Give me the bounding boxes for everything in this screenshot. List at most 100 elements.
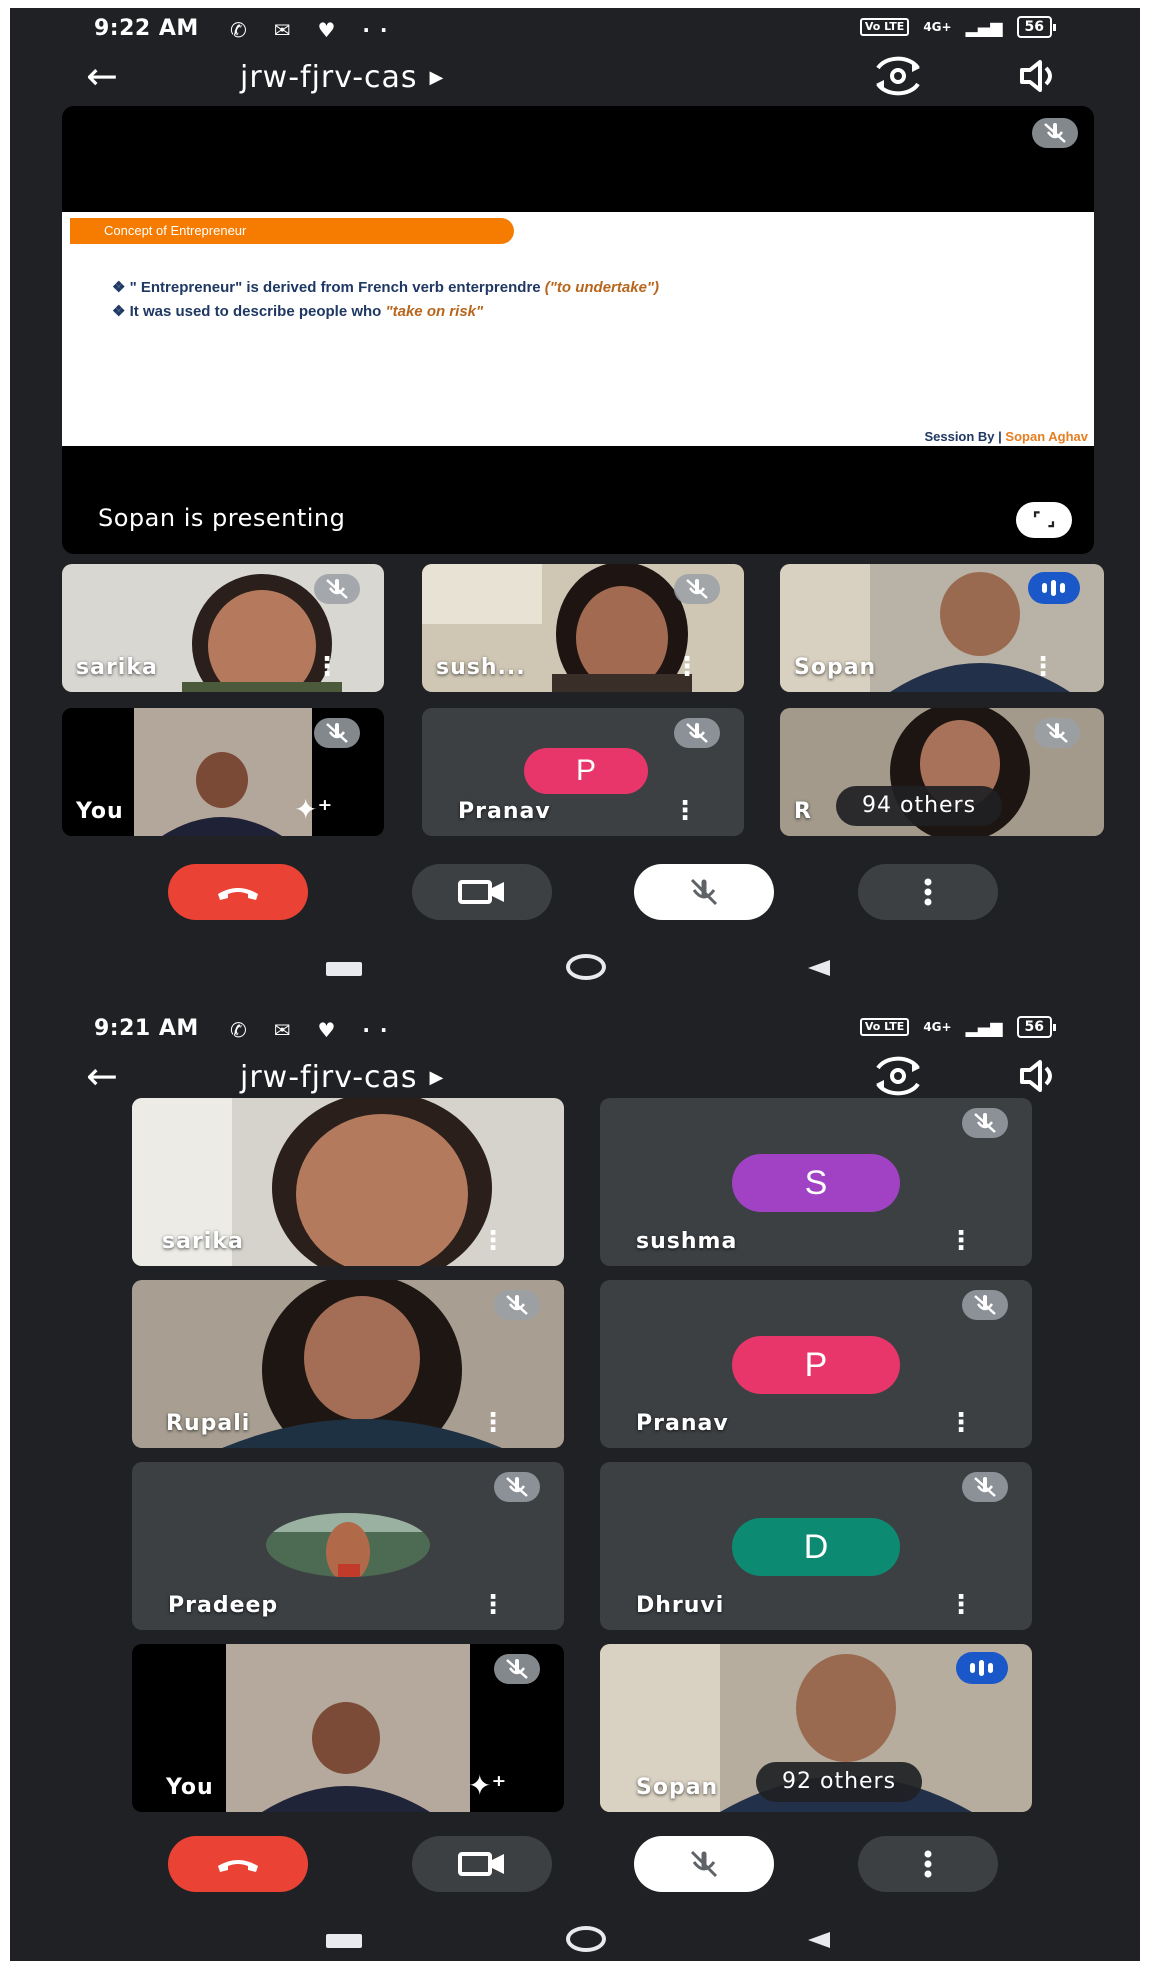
mic-off-icon	[962, 1108, 1008, 1138]
participant-tile-sarika[interactable]: sarika ⋮	[62, 564, 384, 692]
kebab-icon[interactable]: ⋮	[674, 652, 700, 682]
participant-tile-pranav[interactable]: P Pranav ⋮	[600, 1280, 1032, 1448]
back-button[interactable]	[808, 1932, 830, 1948]
participant-tile-sushma[interactable]: S sushma ⋮	[600, 1098, 1032, 1266]
sparkle-effects-icon[interactable]: ✦⁺	[294, 793, 332, 826]
participant-tile-you[interactable]: You ✦⁺	[62, 708, 384, 836]
notification-icons: ✆ ✉ ♥ ··	[230, 18, 398, 42]
participant-name: You	[166, 1775, 214, 1800]
participant-name: R	[794, 799, 812, 824]
participant-name: sush...	[436, 655, 526, 680]
participant-name: Pranav	[458, 799, 551, 824]
battery-level: 56	[1016, 1016, 1057, 1038]
mic-off-icon	[494, 1290, 540, 1320]
switch-camera-icon[interactable]	[870, 54, 926, 98]
status-right: Vo LTE 4G+ ▂▄▆ 56	[859, 16, 1057, 38]
volte-icon: Vo LTE	[859, 18, 910, 36]
more-options-button[interactable]	[858, 864, 998, 920]
presentation-view[interactable]: Concept of Entrepreneur ❖ " Entrepreneur…	[62, 106, 1094, 554]
kebab-icon[interactable]: ⋮	[1030, 652, 1056, 682]
notification-icons: ✆ ✉ ♥ ··	[230, 1018, 398, 1042]
participant-tile-dhruvi[interactable]: D Dhruvi ⋮	[600, 1462, 1032, 1630]
recents-button[interactable]	[326, 962, 362, 976]
camera-button[interactable]	[412, 864, 552, 920]
mic-off-icon	[494, 1472, 540, 1502]
participant-name: sushma	[636, 1229, 738, 1254]
volume-icon[interactable]	[1010, 1054, 1066, 1098]
volte-icon: Vo LTE	[859, 1018, 910, 1036]
status-right: Vo LTE 4G+ ▂▄▆ 56	[859, 1016, 1057, 1038]
status-time: 9:22 AM	[94, 16, 199, 41]
network-label: 4G+	[923, 1020, 952, 1034]
others-count[interactable]: 92 others	[756, 1762, 923, 1802]
hangup-button[interactable]	[168, 1836, 308, 1892]
mic-off-icon	[1032, 118, 1078, 148]
participant-name: You	[76, 799, 124, 824]
recents-button[interactable]	[326, 1934, 362, 1948]
home-button[interactable]	[566, 954, 606, 980]
caret-right-icon: ▶	[429, 67, 445, 88]
mic-toggle-button[interactable]	[634, 864, 774, 920]
participant-tile-rupali[interactable]: Rupali ⋮	[132, 1280, 564, 1448]
participant-name: Sopan	[636, 1775, 719, 1800]
participant-tile-sarika[interactable]: sarika ⋮	[132, 1098, 564, 1266]
mic-off-icon	[314, 574, 360, 604]
participant-name: Sopan	[794, 655, 877, 680]
participant-name: Dhruvi	[636, 1593, 725, 1618]
participant-tile-pranav[interactable]: P Pranav ⋮	[422, 708, 744, 836]
kebab-icon[interactable]: ⋮	[948, 1226, 974, 1256]
participant-tile-r[interactable]: R 94 others	[780, 708, 1104, 836]
footer-label: Session By |	[924, 429, 1002, 444]
participant-tile-pradeep[interactable]: Pradeep ⋮	[132, 1462, 564, 1630]
participant-name: Pranav	[636, 1411, 729, 1436]
participant-tile-sopan[interactable]: Sopan 92 others	[600, 1644, 1032, 1812]
kebab-icon[interactable]: ⋮	[480, 1590, 506, 1620]
volume-icon[interactable]	[1010, 54, 1066, 98]
avatar: D	[732, 1518, 900, 1576]
bullet-2-emphasis: "take on risk"	[385, 303, 484, 320]
app-bar: ← jrw-fjrv-cas ▶	[10, 52, 1140, 108]
audio-level-icon	[956, 1652, 1008, 1684]
switch-camera-icon[interactable]	[870, 1054, 926, 1098]
bullet-1-emphasis: ("to undertake")	[544, 279, 660, 296]
kebab-icon[interactable]: ⋮	[672, 796, 698, 826]
signal-icon: ▂▄▆	[965, 1017, 1003, 1037]
more-options-button[interactable]	[858, 1836, 998, 1892]
home-button[interactable]	[566, 1926, 606, 1952]
back-button[interactable]	[808, 960, 830, 976]
meeting-title[interactable]: jrw-fjrv-cas ▶	[240, 1060, 444, 1095]
participant-name: sarika	[76, 655, 158, 680]
participant-tile-sush[interactable]: sush... ⋮	[422, 564, 744, 692]
slide-footer: Session By | Sopan Aghav	[924, 429, 1088, 444]
participant-tile-sopan[interactable]: Sopan ⋮	[780, 564, 1104, 692]
signal-icon: ▂▄▆	[965, 17, 1003, 37]
participant-name: sarika	[162, 1229, 244, 1254]
back-arrow-icon[interactable]: ←	[86, 1056, 118, 1096]
sparkle-effects-icon[interactable]: ✦⁺	[468, 1769, 506, 1802]
kebab-icon[interactable]: ⋮	[480, 1226, 506, 1256]
status-bar: 9:21 AM ✆ ✉ ♥ ·· Vo LTE 4G+ ▂▄▆ 56	[10, 1008, 1140, 1052]
kebab-icon[interactable]: ⋮	[480, 1408, 506, 1438]
bullet-1-text: ❖ " Entrepreneur" is derived from French…	[112, 279, 545, 296]
meeting-code: jrw-fjrv-cas	[240, 60, 418, 95]
kebab-icon[interactable]: ⋮	[948, 1590, 974, 1620]
hangup-button[interactable]	[168, 864, 308, 920]
back-arrow-icon[interactable]: ←	[86, 56, 118, 96]
camera-button[interactable]	[412, 1836, 552, 1892]
kebab-icon[interactable]: ⋮	[948, 1408, 974, 1438]
fullscreen-icon[interactable]: ⌜ ⌟	[1016, 502, 1072, 538]
avatar: S	[732, 1154, 900, 1212]
mic-off-icon	[314, 718, 360, 748]
participant-tile-you[interactable]: You ✦⁺	[132, 1644, 564, 1812]
avatar	[266, 1513, 430, 1577]
others-count[interactable]: 94 others	[836, 786, 1003, 826]
mic-off-icon	[1034, 718, 1080, 748]
network-label: 4G+	[923, 20, 952, 34]
shared-slide: Concept of Entrepreneur ❖ " Entrepreneur…	[62, 212, 1094, 446]
avatar: P	[732, 1336, 900, 1394]
participant-name: Rupali	[166, 1411, 251, 1436]
mic-toggle-button[interactable]	[634, 1836, 774, 1892]
kebab-icon[interactable]: ⋮	[314, 652, 340, 682]
meeting-title[interactable]: jrw-fjrv-cas ▶	[240, 60, 444, 95]
mic-off-icon	[674, 574, 720, 604]
